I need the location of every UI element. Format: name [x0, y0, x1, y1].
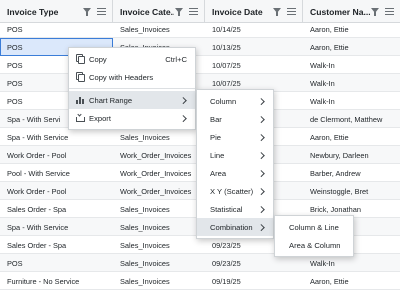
menu-item-copy-with-headers[interactable]: Copy with Headers	[69, 68, 195, 86]
cell-invoice-category[interactable]: Sales_Invoices	[113, 200, 205, 218]
menu-item-column[interactable]: Column	[197, 92, 273, 110]
menu-item-label: Area & Column	[289, 240, 341, 250]
cell-invoice-type[interactable]: POS	[0, 254, 113, 272]
cell-invoice-type[interactable]: Furniture - No Service	[0, 272, 113, 290]
cell-invoice-type[interactable]: Sales Order - Spa	[0, 200, 113, 218]
cell-customer-name[interactable]: Walk-In	[303, 56, 400, 74]
cell-invoice-category[interactable]: Sales_Invoices	[113, 236, 205, 254]
menu-item-export[interactable]: Export	[69, 109, 195, 127]
cell-customer-name[interactable]: Walk-In	[303, 92, 400, 110]
cell-invoice-type[interactable]: Sales Order - Spa	[0, 236, 113, 254]
cell-customer-name[interactable]: Aaron, Ettie	[303, 272, 400, 290]
cell-invoice-category[interactable]: Work_Order_Invoices	[113, 146, 205, 164]
column-header-label: Invoice Date	[212, 6, 263, 17]
chevron-right-icon	[259, 170, 265, 176]
cell-customer-name[interactable]: Aaron, Ettie	[303, 38, 400, 56]
chart-icon	[75, 95, 85, 105]
chevron-right-icon	[259, 134, 265, 140]
chart-range-submenu: Column Bar Pie Line Area X Y (Scatter) S…	[196, 89, 274, 239]
cell-invoice-category[interactable]: Work_Order_Invoices	[113, 164, 205, 182]
filter-icon[interactable]	[272, 7, 282, 17]
chevron-right-icon	[259, 152, 265, 158]
filter-icon[interactable]	[174, 7, 184, 17]
cell-invoice-type[interactable]: Spa - With Service	[0, 128, 113, 146]
menu-item-label: Export	[89, 113, 111, 123]
cell-invoice-type[interactable]: POS	[0, 20, 113, 38]
cell-invoice-type[interactable]: Work Order - Pool	[0, 146, 113, 164]
menu-item-area[interactable]: Area	[197, 164, 273, 182]
menu-separator	[69, 88, 195, 89]
cell-customer-name[interactable]: Aaron, Ettie	[303, 128, 400, 146]
copy-icon	[75, 72, 85, 82]
menu-item-label: Statistical	[210, 204, 243, 214]
menu-item-combination[interactable]: Combination	[197, 218, 273, 236]
menu-item-bar[interactable]: Bar	[197, 110, 273, 128]
menu-item-label: Copy with Headers	[89, 72, 154, 82]
cell-customer-name[interactable]: Walk-In	[303, 74, 400, 92]
cell-customer-name[interactable]: de Clermont, Matthew	[303, 110, 400, 128]
cell-customer-name[interactable]: Newbury, Darleen	[303, 146, 400, 164]
cell-invoice-date[interactable]: 10/13/25	[205, 38, 303, 56]
cell-invoice-type[interactable]: Spa - With Service	[0, 218, 113, 236]
cell-invoice-date[interactable]: 10/07/25	[205, 56, 303, 74]
cell-customer-name[interactable]: Weinstoggle, Bret	[303, 182, 400, 200]
table-row[interactable]: POS Sales_Invoices 10/13/25 Aaron, Ettie	[0, 38, 400, 56]
menu-item-column-and-line[interactable]: Column & Line	[275, 218, 353, 236]
column-menu-icon[interactable]	[287, 7, 297, 17]
menu-item-copy[interactable]: Copy Ctrl+C	[69, 50, 195, 68]
menu-item-label: Combination	[210, 222, 253, 232]
chevron-right-icon	[259, 98, 265, 104]
column-menu-icon[interactable]	[97, 7, 107, 17]
table-row[interactable]: Furniture - No Service Sales_Invoices 09…	[0, 272, 400, 290]
cell-invoice-category[interactable]: Sales_Invoices	[113, 20, 205, 38]
cell-invoice-type[interactable]: Work Order - Pool	[0, 182, 113, 200]
cell-invoice-date[interactable]: 09/19/25	[205, 272, 303, 290]
filter-icon[interactable]	[82, 7, 92, 17]
combination-submenu: Column & Line Area & Column	[274, 215, 354, 257]
chevron-right-icon	[259, 224, 265, 230]
context-menu: Copy Ctrl+C Copy with Headers Chart Rang…	[68, 47, 196, 130]
chevron-right-icon	[259, 188, 265, 194]
cell-invoice-type[interactable]: Pool - With Service	[0, 164, 113, 182]
cell-invoice-date[interactable]: 10/14/25	[205, 20, 303, 38]
menu-item-xy-scatter[interactable]: X Y (Scatter)	[197, 182, 273, 200]
chevron-right-icon	[259, 206, 265, 212]
column-header-label: Invoice Cate...	[120, 6, 174, 17]
chevron-right-icon	[181, 97, 187, 103]
menu-item-label: Chart Range	[89, 95, 133, 105]
column-menu-icon[interactable]	[385, 7, 395, 17]
table-row[interactable]: POS 10/07/25 Walk-In	[0, 56, 400, 74]
cell-invoice-category[interactable]: Sales_Invoices	[113, 254, 205, 272]
filter-icon[interactable]	[370, 7, 380, 17]
menu-item-label: Pie	[210, 132, 221, 142]
chevron-right-icon	[259, 116, 265, 122]
menu-item-label: Column & Line	[289, 222, 339, 232]
chevron-right-icon	[181, 115, 187, 121]
column-header-label: Customer Na...	[310, 6, 370, 17]
menu-item-label: X Y (Scatter)	[210, 186, 254, 196]
menu-item-pie[interactable]: Pie	[197, 128, 273, 146]
cell-invoice-category[interactable]: Work_Order_Invoices	[113, 182, 205, 200]
menu-item-area-and-column[interactable]: Area & Column	[275, 236, 353, 254]
menu-item-statistical[interactable]: Statistical	[197, 200, 273, 218]
menu-item-label: Line	[210, 150, 225, 160]
shortcut-label: Ctrl+C	[165, 54, 187, 64]
cell-customer-name[interactable]: Aaron, Ettie	[303, 20, 400, 38]
cell-invoice-category[interactable]: Sales_Invoices	[113, 128, 205, 146]
menu-item-line[interactable]: Line	[197, 146, 273, 164]
cell-customer-name[interactable]: Barber, Andrew	[303, 164, 400, 182]
table-row[interactable]: POS Sales_Invoices 10/14/25 Aaron, Ettie	[0, 20, 400, 38]
column-menu-icon[interactable]	[189, 7, 199, 17]
menu-item-chart-range[interactable]: Chart Range	[69, 91, 195, 109]
cell-invoice-category[interactable]: Sales_Invoices	[113, 272, 205, 290]
menu-item-label: Column	[210, 96, 237, 106]
menu-item-label: Bar	[210, 114, 222, 124]
column-header-label: Invoice Type	[7, 6, 59, 17]
export-icon	[75, 113, 85, 123]
menu-item-label: Area	[210, 168, 227, 178]
cell-invoice-category[interactable]: Sales_Invoices	[113, 218, 205, 236]
menu-item-label: Copy	[89, 54, 107, 64]
copy-icon	[75, 54, 85, 64]
